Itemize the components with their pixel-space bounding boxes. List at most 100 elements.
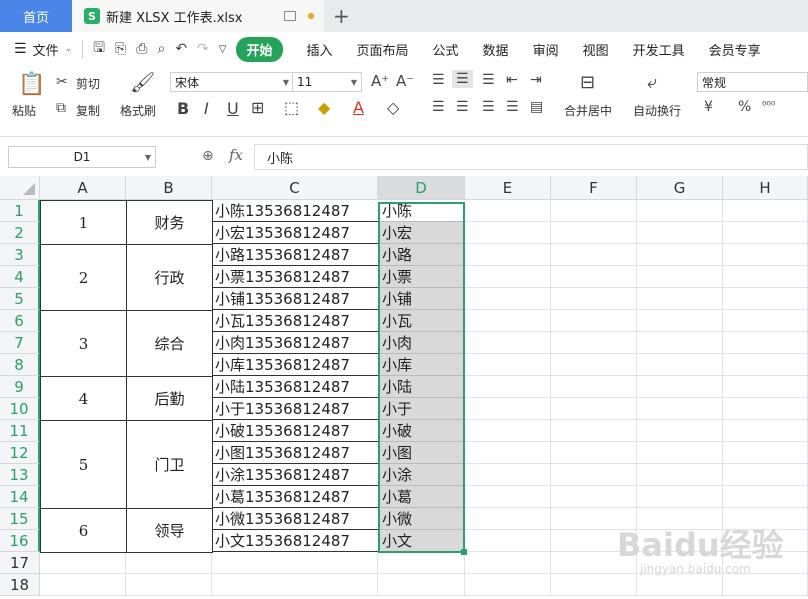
fill-color-icon[interactable]: ◆ — [318, 98, 330, 117]
quick-access-more-icon[interactable]: ▽ — [219, 44, 227, 55]
copy-button[interactable]: 复制 — [76, 102, 100, 119]
row-header-4[interactable]: 4 — [0, 266, 40, 288]
cell[interactable] — [465, 222, 551, 244]
cell[interactable] — [40, 574, 126, 596]
thousands-icon[interactable]: ⁰⁰⁰ — [762, 99, 775, 112]
wrap-text-icon[interactable]: ⤶ — [647, 72, 657, 93]
increase-font-icon[interactable]: A⁺ — [371, 72, 389, 90]
font-size-select[interactable]: 11 ▼ — [292, 72, 362, 92]
brush-icon[interactable]: 🖌 — [130, 70, 155, 94]
cell[interactable] — [637, 244, 723, 266]
merged-cell-index[interactable]: 6 — [40, 508, 127, 553]
export-icon[interactable]: ⎘ — [115, 41, 126, 57]
align-middle-icon[interactable]: ☰ — [452, 70, 473, 88]
cell-c[interactable]: 小于13536812487 — [212, 398, 379, 420]
align-center-icon[interactable]: ☰ — [456, 99, 469, 115]
row-header-5[interactable]: 5 — [0, 288, 40, 310]
align-right-icon[interactable]: ☰ — [482, 99, 495, 115]
file-tab[interactable]: S 新建 XLSX 工作表.xlsx — [72, 0, 324, 32]
merged-cell-department[interactable]: 财务 — [126, 200, 213, 245]
cell[interactable] — [637, 398, 723, 420]
cell-c[interactable]: 小铺13536812487 — [212, 288, 379, 310]
row-header-16[interactable]: 16 — [0, 530, 40, 552]
cell[interactable] — [723, 266, 808, 288]
row-header-15[interactable]: 15 — [0, 508, 40, 530]
cell[interactable] — [465, 420, 551, 442]
row-header-11[interactable]: 11 — [0, 420, 40, 442]
cell[interactable] — [637, 354, 723, 376]
cell[interactable] — [551, 288, 637, 310]
cell[interactable] — [637, 464, 723, 486]
row-header-10[interactable]: 10 — [0, 398, 40, 420]
cell[interactable] — [637, 420, 723, 442]
cell[interactable] — [465, 244, 551, 266]
cell[interactable] — [212, 552, 378, 574]
undo-icon[interactable]: ↶ — [175, 41, 187, 57]
cell[interactable] — [212, 574, 378, 596]
paste-button[interactable]: 粘贴 — [12, 102, 36, 119]
cell-c[interactable]: 小票13536812487 — [212, 266, 379, 288]
paste-icon[interactable]: 📋 — [18, 72, 45, 97]
merged-cell-index[interactable]: 2 — [40, 244, 127, 311]
cell-c[interactable]: 小陆13536812487 — [212, 376, 379, 398]
cell[interactable] — [723, 398, 808, 420]
home-tab[interactable]: 首页 — [0, 0, 72, 32]
cell[interactable] — [465, 508, 551, 530]
cell[interactable] — [465, 288, 551, 310]
cell[interactable] — [465, 310, 551, 332]
column-header-c[interactable]: C — [212, 176, 378, 200]
cell-c[interactable]: 小陈13536812487 — [212, 200, 379, 222]
cell-c[interactable]: 小路13536812487 — [212, 244, 379, 266]
bold-icon[interactable]: B — [177, 99, 189, 118]
column-header-a[interactable]: A — [40, 176, 126, 200]
merged-cell-index[interactable]: 5 — [40, 420, 127, 509]
scissors-icon[interactable]: ✂ — [56, 74, 68, 90]
indent-icon[interactable]: ⇥ — [530, 72, 542, 88]
merged-cell-index[interactable]: 1 — [40, 200, 127, 245]
cell[interactable] — [551, 354, 637, 376]
distributed-icon[interactable]: ▤ — [530, 99, 543, 115]
tab-start[interactable]: 开始 — [236, 36, 283, 62]
tab-developer[interactable]: 开发工具 — [633, 40, 685, 59]
row-header-12[interactable]: 12 — [0, 442, 40, 464]
row-header-3[interactable]: 3 — [0, 244, 40, 266]
font-color-icon[interactable]: A — [353, 98, 364, 117]
tab-insert[interactable]: 插入 — [307, 40, 333, 59]
cell[interactable] — [723, 574, 808, 596]
merged-cell-department[interactable]: 领导 — [126, 508, 213, 553]
cell[interactable] — [378, 552, 465, 574]
merged-cell-index[interactable]: 4 — [40, 376, 127, 421]
italic-icon[interactable]: I — [204, 99, 209, 118]
new-tab-button[interactable]: + — [333, 4, 350, 28]
column-header-g[interactable]: G — [637, 176, 723, 200]
merged-cell-department[interactable]: 综合 — [126, 310, 213, 377]
cell[interactable] — [465, 442, 551, 464]
cell[interactable] — [551, 420, 637, 442]
cell-c[interactable]: 小微13536812487 — [212, 508, 379, 530]
merged-cell-index[interactable]: 3 — [40, 310, 127, 377]
format-painter-button[interactable]: 格式刷 — [120, 102, 156, 119]
cell[interactable] — [551, 310, 637, 332]
cell-c[interactable]: 小破13536812487 — [212, 420, 379, 442]
merge-center-button[interactable]: 合并居中 — [564, 102, 612, 119]
cell-c[interactable]: 小库13536812487 — [212, 354, 379, 376]
cell[interactable] — [723, 420, 808, 442]
select-all-corner[interactable] — [0, 176, 40, 200]
cell[interactable] — [551, 376, 637, 398]
copy-icon[interactable]: ⧉ — [56, 100, 66, 116]
cell[interactable] — [465, 530, 551, 552]
cell[interactable] — [637, 332, 723, 354]
tab-formulas[interactable]: 公式 — [433, 40, 459, 59]
percent-icon[interactable]: % — [738, 99, 751, 115]
cell[interactable] — [551, 200, 637, 222]
tab-review[interactable]: 审阅 — [533, 40, 559, 59]
cell[interactable] — [465, 486, 551, 508]
cell[interactable] — [40, 552, 126, 574]
zoom-icon[interactable]: ⊕ — [202, 148, 214, 164]
cell[interactable] — [637, 376, 723, 398]
cell[interactable] — [637, 288, 723, 310]
fx-icon[interactable]: fx — [229, 146, 243, 164]
cell[interactable] — [465, 398, 551, 420]
font-name-select[interactable]: 宋体 ▼ — [170, 72, 294, 92]
cell-c[interactable]: 小肉13536812487 — [212, 332, 379, 354]
